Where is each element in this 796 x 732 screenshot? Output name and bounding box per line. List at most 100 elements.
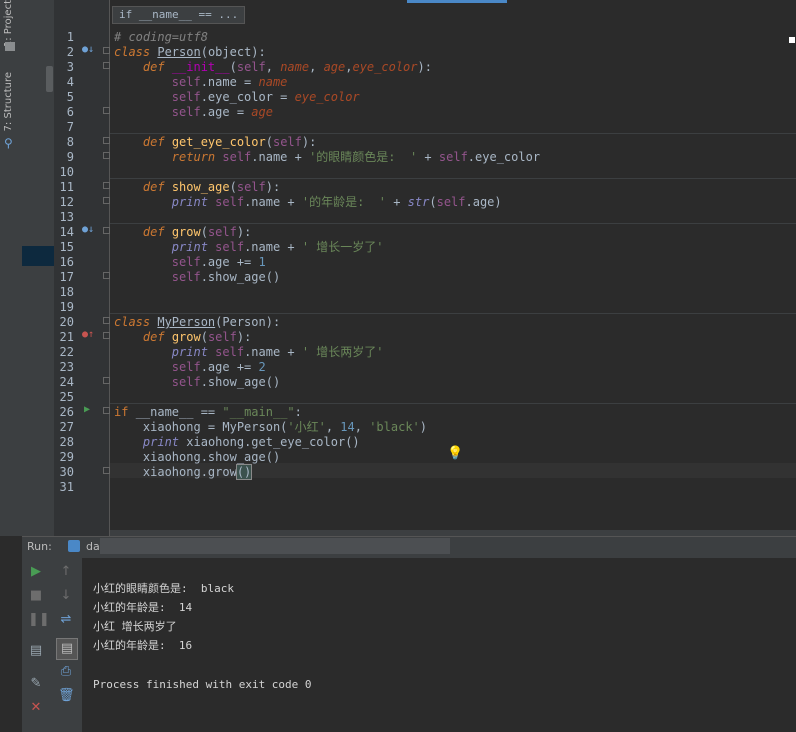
code-token: , [309, 60, 324, 74]
method-separator [110, 403, 796, 404]
code-token: age [251, 105, 273, 119]
code-token: class [114, 315, 158, 329]
project-tool-tab[interactable]: 1: Project [3, 0, 14, 47]
code-token: 14 [340, 420, 355, 434]
overridden-method-icon[interactable]: ●↓ [82, 44, 94, 55]
fold-marker[interactable] [103, 47, 110, 54]
fold-marker[interactable] [103, 152, 110, 159]
code-token: def [142, 135, 172, 149]
code-token: self [222, 150, 252, 164]
code-token: name [258, 75, 288, 89]
run-gutter-icon[interactable]: ▶ [84, 404, 90, 415]
line-number: 13 [59, 210, 74, 224]
code-token: self [207, 330, 237, 344]
code-line[interactable]: print self.name + ' 增长两岁了' [114, 345, 384, 360]
code-token: ): [265, 180, 281, 194]
code-token: .age) [465, 195, 502, 209]
lightbulb-icon[interactable]: 💡 [447, 446, 463, 461]
code-token: .age += [200, 255, 259, 269]
scroll-up-icon[interactable]: ↑ [58, 564, 74, 580]
fold-marker[interactable] [103, 377, 110, 384]
code-line[interactable]: print xiaohong.get_eye_color() [114, 435, 360, 450]
code-token: 'black' [369, 420, 420, 434]
print-icon[interactable]: ⎙ [58, 664, 74, 680]
line-number: 11 [59, 180, 74, 194]
soft-wrap-icon[interactable]: ⇌ [58, 612, 74, 628]
code-line[interactable]: self.age = age [114, 105, 273, 120]
stop-icon[interactable]: ■ [28, 588, 44, 604]
code-token: eye_color [294, 90, 360, 104]
pause-icon[interactable]: ❚❚ [28, 612, 50, 628]
code-line[interactable]: # coding=utf8 [114, 30, 208, 45]
structure-tool-tab[interactable]: 7: Structure [3, 72, 14, 131]
overridden-method-icon[interactable]: ●↓ [82, 224, 94, 235]
code-line[interactable]: print self.name + '的年龄是: ' + str(self.ag… [114, 195, 502, 210]
code-line[interactable]: return self.name + '的眼睛颜色是: ' + self.eye… [114, 150, 540, 165]
code-line[interactable]: self.show_age() [114, 375, 280, 390]
code-token: print [142, 435, 187, 449]
code-line[interactable]: xiaohong = MyPerson('小红', 14, 'black') [114, 420, 427, 435]
scroll-down-icon[interactable]: ↓ [58, 588, 74, 604]
scroll-to-end-icon[interactable]: ▤ [56, 638, 78, 660]
code-line[interactable]: self.name = name [114, 75, 288, 90]
line-number: 17 [59, 270, 74, 284]
python-file-icon [68, 540, 80, 552]
code-token: ): [301, 135, 317, 149]
line-number: 28 [59, 435, 74, 449]
code-line[interactable]: self.age += 1 [114, 255, 266, 270]
line-number: 14 [59, 225, 74, 239]
code-token: '的年龄是: ' [301, 195, 386, 209]
fold-marker[interactable] [103, 272, 110, 279]
code-line[interactable]: def __init__(self, name, age,eye_color): [114, 60, 432, 75]
code-token: grow [171, 330, 201, 344]
fold-marker[interactable] [103, 317, 110, 324]
pin-tab-icon[interactable]: ✎ [28, 676, 44, 692]
project-selected-row[interactable] [22, 246, 54, 266]
code-token: ): [417, 60, 432, 74]
code-line[interactable]: self.age += 2 [114, 360, 266, 375]
code-line[interactable]: def get_eye_color(self): [114, 135, 316, 150]
code-line[interactable]: self.show_age() [114, 270, 280, 285]
clear-all-icon[interactable]: 🗑 [58, 688, 75, 704]
fold-marker[interactable] [103, 332, 110, 339]
fold-marker[interactable] [103, 407, 110, 414]
code-line[interactable]: def grow(self): [114, 225, 251, 240]
code-token: self [272, 135, 302, 149]
line-number: 26 [59, 405, 74, 419]
code-line[interactable]: if __name__ == "__main__": [114, 405, 302, 420]
code-token: self [436, 195, 466, 209]
line-number: 7 [66, 120, 74, 134]
code-token: ( [265, 135, 273, 149]
code-token: def [142, 225, 172, 239]
code-line[interactable]: xiaohong.show_age() [114, 450, 280, 465]
code-line[interactable]: class Person(object): [114, 45, 266, 60]
code-line[interactable]: class MyPerson(Person): [114, 315, 280, 330]
close-run-icon[interactable]: ✕ [28, 700, 44, 716]
fold-marker[interactable] [103, 62, 110, 69]
line-number: 18 [59, 285, 74, 299]
fold-marker[interactable] [103, 182, 110, 189]
breadcrumb[interactable]: if __name__ == ... [112, 6, 246, 24]
code-line[interactable]: def grow(self): [114, 330, 251, 345]
rerun-icon[interactable]: ▶ [28, 564, 44, 580]
code-token: def [142, 180, 172, 194]
fold-marker[interactable] [103, 107, 110, 114]
run-tab-label[interactable]: da [86, 540, 100, 553]
code-line[interactable]: self.eye_color = eye_color [114, 90, 360, 105]
code-line[interactable]: xiaohong.grow() [114, 464, 253, 480]
project-scrollbar[interactable] [46, 66, 53, 92]
error-stripe-marker[interactable] [789, 37, 795, 43]
fold-marker[interactable] [103, 227, 110, 234]
code-token: self [171, 255, 201, 269]
dump-threads-icon[interactable]: ▤ [28, 643, 44, 659]
line-number: 31 [59, 480, 74, 494]
fold-marker[interactable] [103, 137, 110, 144]
fold-marker[interactable] [103, 467, 110, 474]
overriding-method-icon[interactable]: ●↑ [82, 329, 94, 340]
fold-marker[interactable] [103, 197, 110, 204]
code-line[interactable]: print self.name + ' 增长一岁了' [114, 240, 384, 255]
code-line[interactable]: def show_age(self): [114, 180, 280, 195]
